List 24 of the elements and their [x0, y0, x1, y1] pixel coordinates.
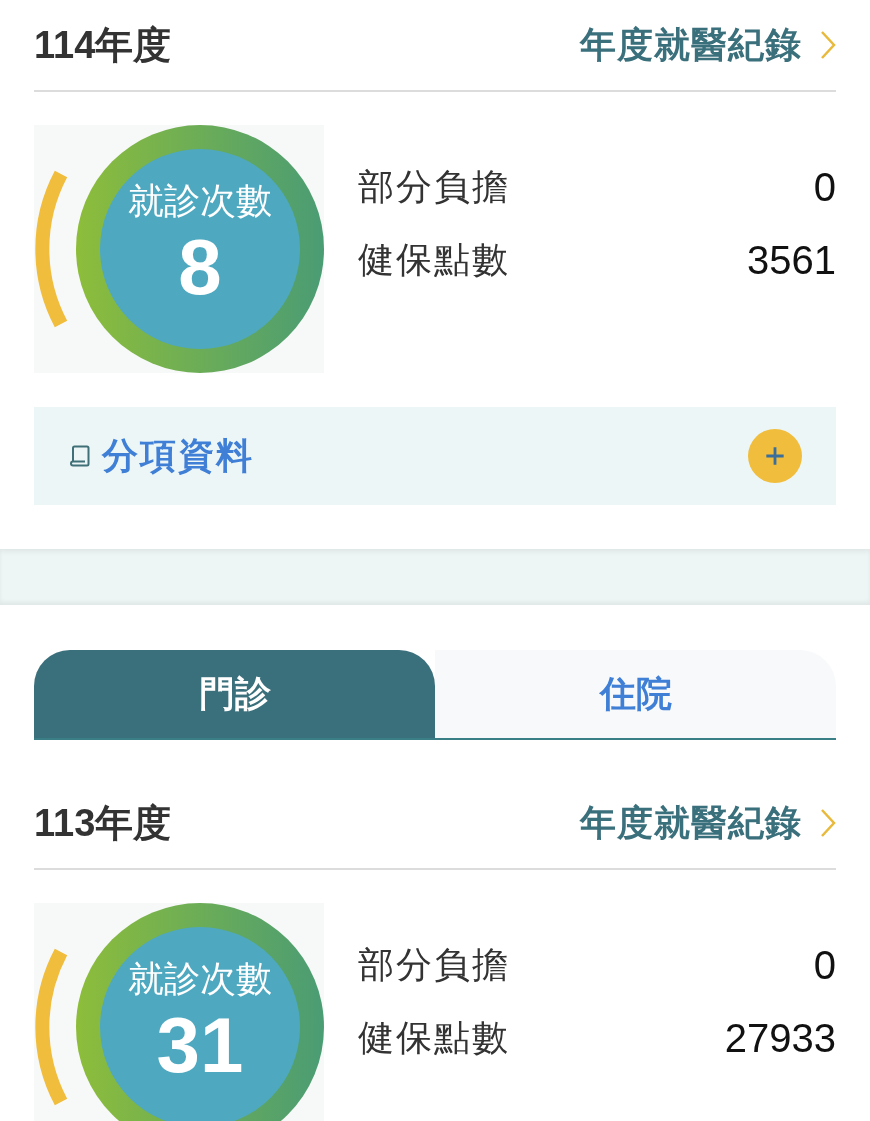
visits-label: 就診次數 [127, 957, 273, 1001]
visits-label: 就診次數 [127, 179, 273, 223]
year-title: 114年度 [34, 22, 172, 68]
chevron-icon [820, 30, 836, 60]
stat-label: 部分負擔 [358, 943, 510, 987]
stat-value: 0 [813, 943, 836, 988]
stat-label: 健保點數 [358, 238, 510, 282]
stat-value: 27933 [724, 1016, 836, 1061]
records-link[interactable]: 年度就醫紀錄 [580, 20, 836, 70]
tab[interactable]: 門診 [34, 650, 435, 738]
stat-label: 健保點數 [358, 1016, 510, 1060]
document-icon [68, 444, 92, 468]
stat-label: 部分負擔 [358, 165, 510, 209]
visits-count: 31 [155, 1003, 245, 1089]
visits-count: 8 [177, 225, 223, 311]
chevron-icon [820, 808, 836, 838]
stat-value: 3561 [747, 238, 836, 283]
year-title: 113年度 [34, 800, 172, 846]
detail-label: 分項資料 [102, 433, 255, 478]
detail-bar[interactable]: 分項資料 [34, 407, 836, 505]
stat-value: 0 [813, 165, 836, 210]
tab[interactable]: 住院 [435, 650, 836, 738]
expand-button[interactable] [748, 429, 802, 483]
records-link[interactable]: 年度就醫紀錄 [580, 798, 836, 848]
